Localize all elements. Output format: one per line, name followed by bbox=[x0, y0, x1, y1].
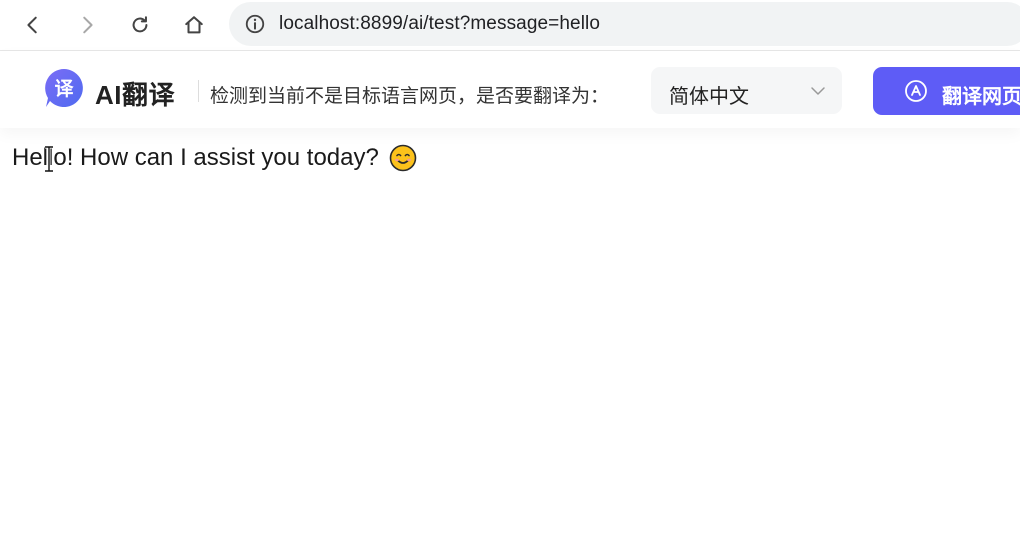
back-button[interactable] bbox=[15, 7, 51, 43]
divider bbox=[198, 80, 199, 102]
address-bar[interactable]: localhost:8899/ai/test?message=hello bbox=[229, 2, 1020, 46]
url-text[interactable]: localhost:8899/ai/test?message=hello bbox=[279, 13, 600, 35]
translate-page-label: 翻译网页 bbox=[942, 86, 1020, 108]
logo-char: 译 bbox=[54, 78, 74, 100]
text-cursor-icon bbox=[45, 146, 53, 172]
reload-button[interactable] bbox=[122, 7, 158, 43]
site-info-button[interactable] bbox=[244, 13, 266, 35]
translate-logo-icon: 译 bbox=[45, 69, 83, 107]
page-content: Hello! How can I assist you today? bbox=[12, 144, 417, 172]
info-icon bbox=[245, 14, 265, 34]
smiling-face-emoji-icon bbox=[389, 144, 417, 172]
translate-prompt: 检测到当前不是目标语言网页，是否要翻译为： bbox=[210, 86, 610, 107]
brand-name: AI翻译 bbox=[95, 80, 176, 110]
home-icon bbox=[185, 16, 203, 34]
browser-toolbar: localhost:8899/ai/test?message=hello bbox=[0, 0, 1020, 51]
translate-icon bbox=[905, 80, 927, 102]
home-button[interactable] bbox=[176, 7, 212, 43]
forward-icon bbox=[83, 16, 93, 34]
translate-bar: 译 AI翻译 检测到当前不是目标语言网页，是否要翻译为： 简体中文 翻译网页 bbox=[0, 51, 1020, 128]
target-language-value: 简体中文 bbox=[669, 86, 749, 108]
back-icon bbox=[27, 16, 37, 34]
reload-icon bbox=[132, 16, 148, 33]
forward-button[interactable] bbox=[69, 7, 105, 43]
browser-window: localhost:8899/ai/test?message=hello 译 A… bbox=[0, 0, 1020, 534]
chevron-down-icon bbox=[811, 87, 825, 95]
message-text: Hello! How can I assist you today? bbox=[12, 144, 379, 171]
target-language-select[interactable]: 简体中文 bbox=[651, 67, 842, 114]
translate-page-button[interactable]: 翻译网页 bbox=[873, 67, 1020, 115]
